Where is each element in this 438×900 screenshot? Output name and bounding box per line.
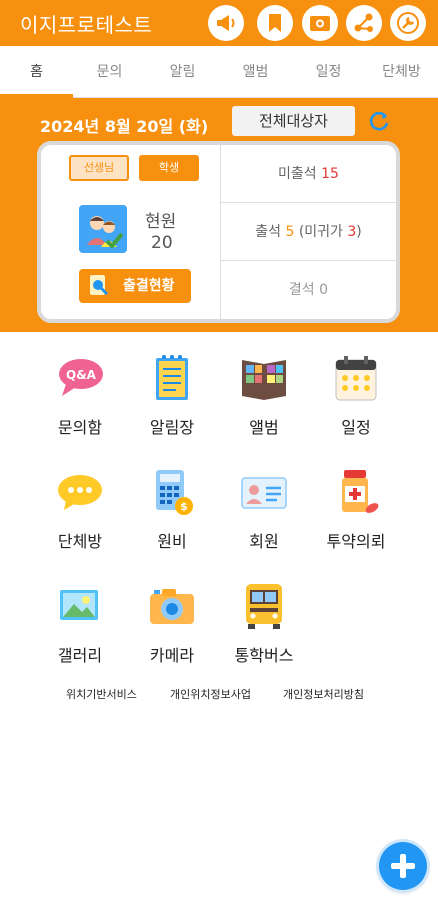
svg-text:Q&A: Q&A bbox=[66, 368, 97, 382]
present-row[interactable]: 출석 5 (미귀가 3) bbox=[221, 203, 396, 261]
add-fab-button[interactable] bbox=[379, 842, 427, 890]
tab-inquiry[interactable]: 문의 bbox=[73, 46, 146, 98]
menu-label: 투약의뢰 bbox=[326, 532, 386, 551]
connect-button[interactable] bbox=[346, 5, 382, 41]
not-checked-value: 15 bbox=[321, 166, 339, 182]
tab-group-chat[interactable]: 단체방 bbox=[365, 46, 438, 98]
svg-text:$: $ bbox=[180, 500, 188, 513]
menu-inquiry-box[interactable]: Q&A 문의함 bbox=[30, 352, 130, 452]
not-returned-value: 3 bbox=[347, 224, 357, 240]
attendance-status-label: 출결현황 bbox=[123, 278, 175, 294]
calendar-icon bbox=[335, 356, 377, 401]
notebook-icon bbox=[156, 355, 188, 400]
not-checked-label: 미출석 bbox=[278, 166, 317, 182]
privacy-policy-link[interactable]: 개인정보처리방침 bbox=[283, 686, 364, 702]
current-count-label: 현원 bbox=[145, 212, 177, 232]
all-targets-button[interactable]: 전체대상자 bbox=[232, 106, 355, 136]
tab-notice[interactable]: 알림 bbox=[146, 46, 219, 98]
bookmark-icon bbox=[269, 14, 281, 32]
card-right-panel: 미출석 15 출석 5 (미귀가 3) 결석 0 bbox=[221, 145, 396, 319]
settings-button[interactable] bbox=[390, 5, 426, 41]
school-bus-icon bbox=[246, 584, 282, 629]
menu-label: 일정 bbox=[341, 418, 371, 437]
photo-upload-icon bbox=[310, 16, 330, 31]
camera-icon bbox=[150, 589, 194, 624]
menu-label: 단체방 bbox=[57, 532, 103, 551]
menu-group-chat[interactable]: 단체방 bbox=[30, 466, 130, 566]
location-business-link[interactable]: 개인위치정보사업 bbox=[170, 686, 251, 702]
menu-tuition[interactable]: $ 원비 bbox=[122, 466, 222, 566]
tab-home[interactable]: 홈 bbox=[0, 46, 73, 98]
menu-label: 회원 bbox=[249, 532, 279, 551]
menu-camera[interactable]: 카메라 bbox=[122, 580, 222, 680]
attendance-search-icon bbox=[90, 275, 109, 296]
menu-school-bus[interactable]: 통학버스 bbox=[214, 580, 314, 680]
megaphone-button[interactable] bbox=[208, 5, 244, 41]
attendance-summary: 2024년 8월 20일 (화) 전체대상자 선생님 학생 현원 20 출결현황… bbox=[0, 98, 438, 332]
menu-label: 갤러리 bbox=[57, 646, 103, 665]
student-role-button[interactable]: 학생 bbox=[139, 155, 199, 181]
menu-gallery[interactable]: 갤러리 bbox=[30, 580, 130, 680]
qa-bubble-icon: Q&A bbox=[59, 359, 103, 396]
menu-album[interactable]: 앨범 bbox=[214, 352, 314, 452]
absent-value: 0 bbox=[319, 282, 329, 298]
menu-label: 카메라 bbox=[149, 646, 195, 665]
chat-bubble-icon bbox=[58, 475, 102, 510]
menu-label: 앨범 bbox=[249, 418, 279, 437]
app-bar: 이지프로테스트 bbox=[0, 0, 438, 46]
footer-links: 위치기반서비스 개인위치정보사업 개인정보처리방침 bbox=[0, 686, 438, 706]
tab-album[interactable]: 앨범 bbox=[219, 46, 292, 98]
plus-icon bbox=[391, 854, 415, 878]
menu-notebook[interactable]: 알림장 bbox=[122, 352, 222, 452]
id-card-icon bbox=[241, 477, 287, 509]
absent-row[interactable]: 결석 0 bbox=[221, 261, 396, 319]
menu-schedule[interactable]: 일정 bbox=[306, 352, 406, 452]
calculator-icon: $ bbox=[156, 470, 193, 515]
menu-label: 원비 bbox=[157, 532, 187, 551]
card-left-panel: 선생님 학생 현원 20 출결현황 bbox=[41, 145, 221, 319]
tab-schedule[interactable]: 일정 bbox=[292, 46, 365, 98]
gallery-icon bbox=[60, 590, 98, 620]
present-value: 5 bbox=[285, 224, 295, 240]
menu-label: 문의함 bbox=[57, 418, 103, 437]
bookmark-button[interactable] bbox=[257, 5, 293, 41]
current-date: 2024년 8월 20일 (화) bbox=[40, 117, 209, 136]
menu-medicine-request[interactable]: 투약의뢰 bbox=[306, 466, 406, 566]
current-count-value: 20 bbox=[151, 233, 173, 253]
photo-upload-button[interactable] bbox=[302, 5, 338, 41]
absent-label: 결석 bbox=[288, 282, 315, 298]
network-icon bbox=[354, 13, 373, 32]
attendance-status-button[interactable]: 출결현황 bbox=[79, 269, 191, 303]
menu-label: 알림장 bbox=[149, 418, 195, 437]
app-title: 이지프로테스트 bbox=[20, 13, 153, 37]
wrench-icon bbox=[397, 12, 419, 34]
menu-members[interactable]: 회원 bbox=[214, 466, 314, 566]
medicine-icon bbox=[342, 470, 379, 513]
photo-album-icon bbox=[242, 360, 286, 400]
not-returned-label: 미귀가 bbox=[304, 224, 343, 240]
teacher-role-button[interactable]: 선생님 bbox=[69, 155, 129, 181]
not-checked-row[interactable]: 미출석 15 bbox=[221, 145, 396, 203]
tab-bar: 홈 문의 알림 앨범 일정 단체방 bbox=[0, 46, 438, 98]
children-check-icon bbox=[79, 205, 127, 253]
location-service-link[interactable]: 위치기반서비스 bbox=[66, 686, 137, 702]
present-label: 출석 bbox=[255, 224, 281, 240]
menu-label: 통학버스 bbox=[234, 646, 294, 665]
refresh-icon[interactable] bbox=[366, 108, 392, 134]
megaphone-icon bbox=[217, 15, 235, 31]
attendance-card: 선생님 학생 현원 20 출결현황 미출석 15 출석 5 (미귀가 3) 결석… bbox=[37, 141, 400, 323]
